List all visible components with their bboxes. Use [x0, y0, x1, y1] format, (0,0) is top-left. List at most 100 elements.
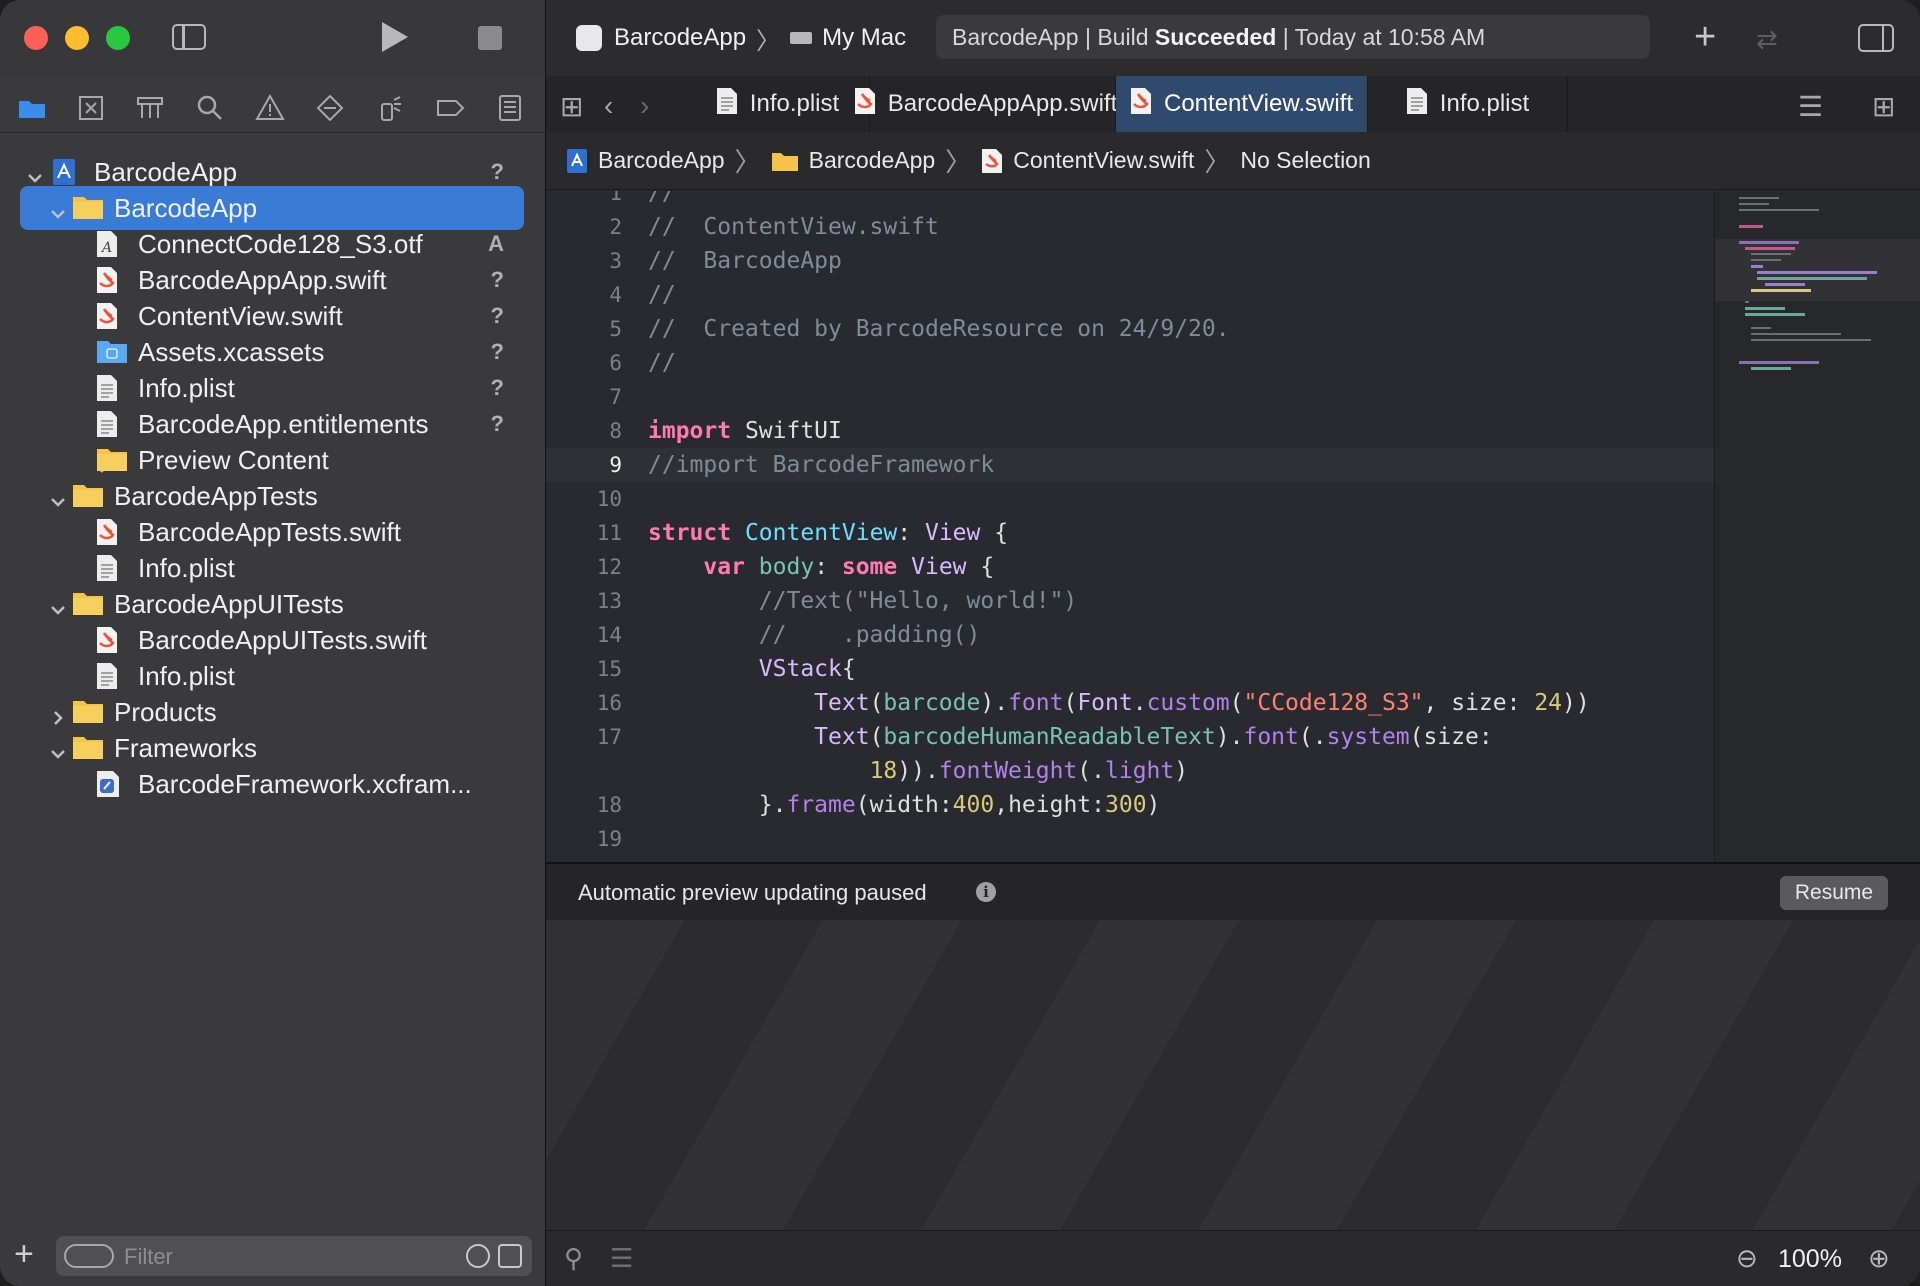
- scm-status-badge: ?: [490, 267, 504, 292]
- editor-tab[interactable]: Info.plist: [686, 76, 870, 132]
- breadcrumb-folder[interactable]: BarcodeApp: [771, 147, 935, 174]
- breadcrumb-file[interactable]: ContentView.swift: [981, 147, 1194, 174]
- chevron-right-icon: 〉: [734, 147, 761, 177]
- debug-navigator-spray-icon[interactable]: [374, 92, 406, 124]
- code-line[interactable]: 18)).fontWeight(.light): [546, 754, 1714, 788]
- library-plus-icon[interactable]: +: [1694, 16, 1716, 59]
- preview-canvas[interactable]: [546, 920, 1920, 1230]
- zoom-level[interactable]: 100%: [1778, 1245, 1842, 1274]
- code-text: }.frame(width:400,height:300): [648, 792, 1161, 818]
- app-scheme-icon: [576, 25, 602, 51]
- build-status: Succeeded: [1154, 23, 1277, 50]
- code-line[interactable]: 11 struct ContentView: View {: [546, 516, 1714, 550]
- code-line[interactable]: 16 Text(barcode).font(Font.custom("CCode…: [546, 686, 1714, 720]
- back-chevron-icon[interactable]: ‹: [604, 90, 613, 122]
- code-review-swap-icon[interactable]: ⇄: [1756, 24, 1778, 55]
- line-number: 3: [609, 249, 622, 273]
- tree-row[interactable]: BarcodeFramework.xcfram...: [20, 762, 524, 806]
- code-line[interactable]: 12 var body: some View {: [546, 550, 1714, 584]
- zoom-out-icon[interactable]: ⊖: [1736, 1243, 1758, 1274]
- code-line[interactable]: 8 import SwiftUI: [546, 414, 1714, 448]
- source-editor[interactable]: 1 // 2 // ContentView.swift 3 // BarcodeApp 4 /…: [546, 191, 1714, 861]
- forward-chevron-icon[interactable]: ›: [640, 90, 649, 122]
- chevron-down-icon[interactable]: [49, 595, 65, 615]
- stop-icon[interactable]: [478, 26, 502, 50]
- code-text: Text(barcode).font(Font.custom("CCode128…: [814, 690, 1590, 716]
- run-icon[interactable]: [382, 22, 408, 52]
- code-text: //: [648, 350, 676, 376]
- code-line[interactable]: 10: [546, 482, 1714, 516]
- filter-field[interactable]: Filter: [56, 1236, 532, 1276]
- folder-icon: [72, 194, 103, 222]
- source-control-navigator-icon[interactable]: [75, 92, 107, 124]
- folder-icon: [72, 734, 103, 762]
- code-line[interactable]: 4 //: [546, 278, 1714, 312]
- chevron-down-icon[interactable]: [49, 739, 65, 759]
- test-navigator-diamond-icon[interactable]: [314, 92, 346, 124]
- tree-row-label: ContentView.swift: [138, 300, 343, 331]
- code-line[interactable]: 14 // .padding(): [546, 618, 1714, 652]
- add-file-plus-icon[interactable]: +: [14, 1237, 34, 1271]
- code-text: // ContentView.swift: [648, 214, 939, 240]
- editor-tab-label: BarcodeAppApp.swift: [887, 90, 1118, 117]
- related-items-grid-icon[interactable]: ⊞: [560, 90, 583, 123]
- code-line[interactable]: 2 // ContentView.swift: [546, 210, 1714, 244]
- editor-tab[interactable]: Info.plist: [1368, 76, 1568, 132]
- minimize-window-button[interactable]: [65, 26, 89, 50]
- editor-tab[interactable]: ContentView.swift: [1116, 76, 1368, 132]
- info-icon[interactable]: i: [976, 882, 996, 902]
- hide-navigator-icon[interactable]: [172, 24, 206, 50]
- code-line[interactable]: 3 // BarcodeApp: [546, 244, 1714, 278]
- minimap[interactable]: [1714, 191, 1920, 861]
- code-line[interactable]: 18 }.frame(width:400,height:300): [546, 788, 1714, 822]
- project-navigator-folder-icon[interactable]: [16, 92, 48, 124]
- project-icon: [52, 158, 82, 186]
- scheme-selector[interactable]: BarcodeApp 〉 My Mac: [576, 22, 906, 55]
- scm-status-badge: ?: [490, 375, 504, 400]
- swift-file-icon: [1130, 87, 1152, 122]
- code-line[interactable]: 9 //import BarcodeFramework: [546, 448, 1714, 482]
- line-number: 6: [609, 351, 622, 375]
- source-control-status-icon[interactable]: [498, 1244, 522, 1268]
- code-line[interactable]: 6 //: [546, 346, 1714, 380]
- chevron-down-icon[interactable]: [49, 487, 65, 507]
- device-settings-sliders-icon[interactable]: ☰: [610, 1243, 633, 1274]
- code-line[interactable]: 13 //Text("Hello, world!"): [546, 584, 1714, 618]
- filter-options-icon[interactable]: [64, 1244, 114, 1268]
- chevron-down-icon[interactable]: [26, 163, 42, 183]
- report-navigator-list-icon[interactable]: [494, 92, 526, 124]
- breadcrumb-selection[interactable]: No Selection: [1240, 147, 1370, 174]
- editor-tab[interactable]: BarcodeAppApp.swift: [854, 76, 1118, 132]
- chevron-down-icon[interactable]: [49, 199, 65, 219]
- adjust-editor-options-icon[interactable]: ☰: [1798, 90, 1823, 123]
- code-text: //Text("Hello, world!"): [648, 588, 1078, 614]
- zoom-window-button[interactable]: [106, 26, 130, 50]
- code-line[interactable]: 17 Text(barcodeHumanReadableText).font(.…: [546, 720, 1714, 754]
- code-line[interactable]: 1 //: [546, 191, 1714, 210]
- code-line[interactable]: 5 // Created by BarcodeResource on 24/9/2…: [546, 312, 1714, 346]
- recent-files-clock-icon[interactable]: [466, 1244, 490, 1268]
- entitlements-file-icon: [96, 410, 126, 438]
- close-window-button[interactable]: [24, 26, 48, 50]
- line-number: 2: [609, 215, 622, 239]
- chevron-right-icon: 〉: [756, 27, 781, 55]
- code-line[interactable]: 19: [546, 822, 1714, 856]
- add-editor-split-icon[interactable]: ⊞: [1872, 90, 1895, 123]
- line-number: 19: [596, 827, 622, 851]
- breakpoint-navigator-tag-icon[interactable]: [434, 92, 466, 124]
- activity-viewer[interactable]: BarcodeApp | Build Succeeded | Today at …: [936, 15, 1650, 59]
- project-navigator: BarcodeApp? BarcodeApp A ConnectCode128_S3.…: [0, 0, 546, 1286]
- zoom-in-icon[interactable]: ⊕: [1868, 1243, 1890, 1274]
- pin-icon[interactable]: ⚲: [564, 1243, 583, 1274]
- inspector-toggle-icon[interactable]: [1858, 24, 1894, 52]
- filter-placeholder: Filter: [124, 1244, 173, 1269]
- issue-navigator-warning-icon[interactable]: [254, 92, 286, 124]
- code-line[interactable]: 15 VStack{: [546, 652, 1714, 686]
- breadcrumb-project[interactable]: BarcodeApp: [566, 147, 725, 174]
- symbol-navigator-icon[interactable]: [134, 92, 166, 124]
- code-line[interactable]: 7: [546, 380, 1714, 414]
- resume-button[interactable]: Resume: [1780, 876, 1888, 910]
- find-navigator-search-icon[interactable]: [194, 92, 226, 124]
- chevron-right-icon[interactable]: [49, 703, 63, 725]
- line-number: 4: [609, 283, 622, 307]
